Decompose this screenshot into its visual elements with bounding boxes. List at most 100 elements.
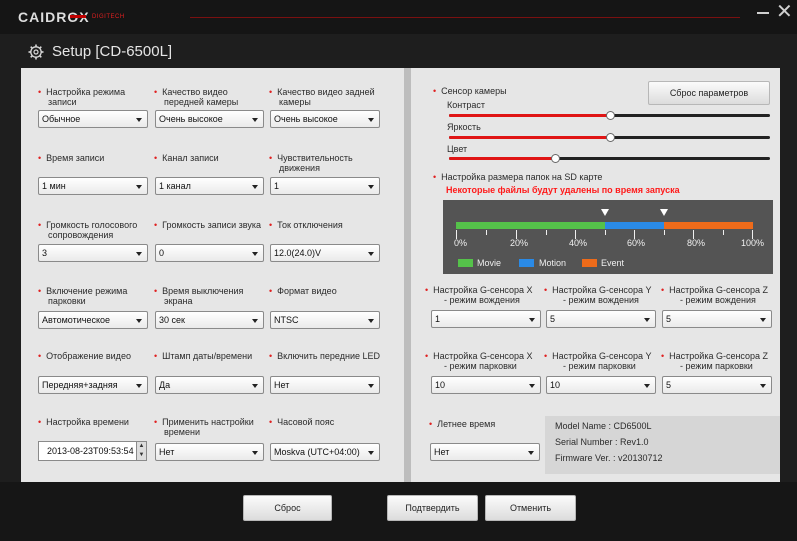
parking-mode-select[interactable]: Автомотическое <box>38 311 148 329</box>
spinner-down-icon[interactable]: ▼ <box>136 451 146 460</box>
color-slider[interactable] <box>449 154 770 163</box>
movie-swatch <box>458 259 473 267</box>
logo-subtitle: DIGITECH <box>70 14 125 20</box>
sd-warning: Некоторые файлы будут удалены по время з… <box>446 185 680 195</box>
panel-divider <box>404 68 411 482</box>
summer-time-select[interactable]: Нет <box>430 443 540 461</box>
event-swatch <box>582 259 597 267</box>
apply-time-label: Применить настройкивремени <box>154 417 254 437</box>
screen-off-label: Время выключенияэкрана <box>154 286 243 306</box>
voice-volume-select[interactable]: 3 <box>38 244 148 262</box>
pct-label: 60% <box>627 238 646 248</box>
front-led-label: Включить передние LED <box>269 351 380 361</box>
video-format-label: Формат видео <box>269 286 337 296</box>
brightness-slider-handle[interactable] <box>605 133 615 142</box>
timezone-label: Часовой пояс <box>269 417 334 427</box>
tick <box>546 230 547 235</box>
front-quality-select[interactable]: Очень высокое <box>155 110 264 128</box>
record-volume-select[interactable]: 0 <box>155 244 264 262</box>
event-bar <box>664 222 753 229</box>
pct-label: 100% <box>741 238 765 248</box>
video-display-label: Отображение видео <box>38 351 131 361</box>
record-mode-select[interactable]: Обычное <box>38 110 148 128</box>
gsensor-y-drive-label: Настройка G-сенсора Y- режим вождения <box>544 285 651 305</box>
confirm-button[interactable]: Подтвердить <box>387 495 478 521</box>
partition-marker-1[interactable] <box>601 209 609 216</box>
sd-folder-size-label: Настройка размера папок на SD карте <box>433 172 602 182</box>
color-label: Цвет <box>447 144 468 154</box>
close-button[interactable]: ✕ <box>776 2 793 22</box>
gsensor-y-park-label: Настройка G-сенсора Y- режим парковки <box>544 351 651 371</box>
screen-off-select[interactable]: 30 сек <box>155 311 264 329</box>
reset-params-button[interactable]: Сброс параметров <box>648 81 770 105</box>
title-bar: CAIDROX DIGITECH ✕ <box>0 0 797 34</box>
color-slider-handle[interactable] <box>550 154 560 163</box>
camera-sensor-label: Сенсор камеры <box>433 86 506 96</box>
movie-legend: Movie <box>477 258 502 268</box>
gear-icon <box>28 44 44 60</box>
motion-sensitivity-select[interactable]: 1 <box>270 177 380 195</box>
record-mode-label: Настройка режимазаписи <box>38 87 125 107</box>
gsensor-y-park-select[interactable]: 10 <box>546 376 656 394</box>
record-volume-label: Громкость записи звука <box>154 220 261 230</box>
apply-time-select[interactable]: Нет <box>155 443 264 461</box>
voice-volume-label: Громкость голосовогосопровождения <box>38 220 137 240</box>
contrast-slider[interactable] <box>449 111 770 120</box>
spinner-up-icon[interactable]: ▲ <box>136 442 146 451</box>
date-stamp-select[interactable]: Да <box>155 376 264 394</box>
datetime-spinner[interactable]: 2013-08-23T09:53:54 ▲ ▼ <box>38 441 147 461</box>
cancel-button[interactable]: Отменить <box>485 495 576 521</box>
firmware-version: Firmware Ver. : v20130712 <box>555 453 663 463</box>
minimize-button[interactable] <box>757 12 769 14</box>
motion-bar <box>605 222 664 229</box>
serial-number: Serial Number : Rev1.0 <box>555 437 649 447</box>
summer-time-label: Летнее время <box>429 419 495 429</box>
pct-label: 0% <box>454 238 468 248</box>
model-name: Model Name : CD6500L <box>555 421 652 431</box>
tick <box>723 230 724 235</box>
setup-window: CAIDROX DIGITECH ✕ Setup [CD-6500L] Наст… <box>0 0 797 541</box>
front-quality-label: Качество видеопередней камеры <box>154 87 238 107</box>
gsensor-x-drive-label: Настройка G-сенсора X- режим вождения <box>425 285 532 305</box>
rear-quality-select[interactable]: Очень высокое <box>270 110 380 128</box>
front-led-select[interactable]: Нет <box>270 376 380 394</box>
contrast-label: Контраст <box>447 100 485 110</box>
gsensor-z-drive-label: Настройка G-сенсора Z- режим вождения <box>661 285 768 305</box>
tick <box>486 230 487 235</box>
rear-quality-label: Качество видео заднейкамеры <box>269 87 375 107</box>
gsensor-z-park-label: Настройка G-сенсора Z- режим парковки <box>661 351 768 371</box>
motion-legend: Motion <box>539 258 567 268</box>
brightness-label: Яркость <box>447 122 481 132</box>
event-legend: Event <box>601 258 625 268</box>
contrast-slider-handle[interactable] <box>605 111 615 120</box>
record-time-label: Время записи <box>38 153 104 163</box>
motion-swatch <box>519 259 534 267</box>
gsensor-z-park-select[interactable]: 5 <box>662 376 772 394</box>
partition-marker-2[interactable] <box>660 209 668 216</box>
gsensor-y-drive-select[interactable]: 5 <box>546 310 656 328</box>
timezone-select[interactable]: Moskva (UTC+04:00) <box>270 443 380 461</box>
pct-label: 80% <box>687 238 706 248</box>
tick <box>605 230 606 235</box>
header-divider <box>190 17 740 18</box>
parking-mode-label: Включение режимапарковки <box>38 286 127 306</box>
record-time-select[interactable]: 1 мин <box>38 177 148 195</box>
time-setting-label: Настройка времени <box>38 417 129 427</box>
pct-label: 40% <box>569 238 588 248</box>
page-title: Setup [CD-6500L] <box>52 43 173 60</box>
video-format-select[interactable]: NTSC <box>270 311 380 329</box>
movie-bar <box>456 222 605 229</box>
gsensor-z-drive-select[interactable]: 5 <box>662 310 772 328</box>
brightness-slider[interactable] <box>449 133 770 142</box>
gsensor-x-drive-select[interactable]: 1 <box>431 310 541 328</box>
motion-sensitivity-label: Чувствительностьдвижения <box>269 153 353 173</box>
gsensor-x-park-select[interactable]: 10 <box>431 376 541 394</box>
record-channel-label: Канал записи <box>154 153 219 163</box>
tick <box>664 230 665 235</box>
reset-button[interactable]: Сброс <box>243 495 332 521</box>
record-channel-select[interactable]: 1 канал <box>155 177 264 195</box>
video-display-select[interactable]: Передняя+задняя <box>38 376 148 394</box>
date-stamp-label: Штамп даты/времени <box>154 351 252 361</box>
cutoff-voltage-select[interactable]: 12.0(24.0)V <box>270 244 380 262</box>
pct-label: 20% <box>510 238 529 248</box>
